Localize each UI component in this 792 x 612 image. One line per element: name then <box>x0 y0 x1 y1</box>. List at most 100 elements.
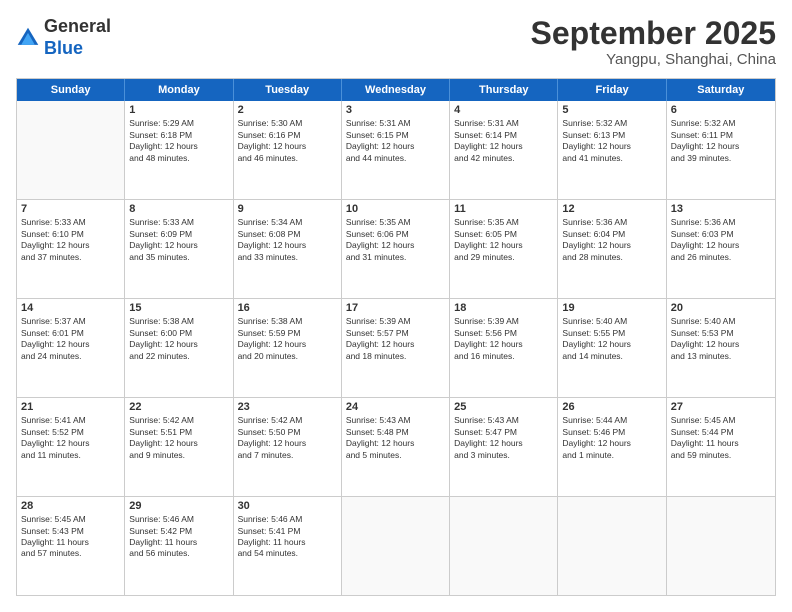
cell-info-line: Sunrise: 5:34 AM <box>238 217 337 228</box>
header: General Blue September 2025 Yangpu, Shan… <box>16 16 776 68</box>
cell-info-line: Daylight: 12 hours <box>21 339 120 350</box>
cell-info-line: Sunset: 5:59 PM <box>238 328 337 339</box>
cell-info-line: and 1 minute. <box>562 450 661 461</box>
cell-info-line: Sunrise: 5:35 AM <box>346 217 445 228</box>
cell-info-line: and 26 minutes. <box>671 252 771 263</box>
calendar-cell: 26Sunrise: 5:44 AMSunset: 5:46 PMDayligh… <box>558 398 666 496</box>
calendar-cell: 5Sunrise: 5:32 AMSunset: 6:13 PMDaylight… <box>558 101 666 199</box>
cell-info-line: Daylight: 12 hours <box>671 240 771 251</box>
calendar-cell: 6Sunrise: 5:32 AMSunset: 6:11 PMDaylight… <box>667 101 775 199</box>
cell-info-line: Sunset: 6:08 PM <box>238 229 337 240</box>
cell-info-line: Sunrise: 5:36 AM <box>562 217 661 228</box>
cell-info-line: Sunrise: 5:38 AM <box>238 316 337 327</box>
cell-info-line: Daylight: 12 hours <box>562 339 661 350</box>
header-day-sunday: Sunday <box>17 79 125 101</box>
cell-info-line: Daylight: 12 hours <box>129 141 228 152</box>
cell-info-line: and 5 minutes. <box>346 450 445 461</box>
cell-info-line: Daylight: 12 hours <box>129 339 228 350</box>
header-day-thursday: Thursday <box>450 79 558 101</box>
cell-info-line: Sunrise: 5:43 AM <box>454 415 553 426</box>
cell-info-line: Sunset: 5:53 PM <box>671 328 771 339</box>
calendar-row-2: 14Sunrise: 5:37 AMSunset: 6:01 PMDayligh… <box>17 299 775 398</box>
calendar-cell: 23Sunrise: 5:42 AMSunset: 5:50 PMDayligh… <box>234 398 342 496</box>
cell-info-line: Sunset: 6:06 PM <box>346 229 445 240</box>
day-number: 24 <box>346 401 445 413</box>
calendar-row-3: 21 Sunrise: 5:41 AMSunset: 5:52 PM Dayligh… <box>17 398 775 497</box>
cell-info-line: Sunrise: 5:29 AM <box>129 118 228 129</box>
calendar-cell: 16Sunrise: 5:38 AMSunset: 5:59 PMDayligh… <box>234 299 342 397</box>
cell-info-line: Daylight: 12 hours <box>238 141 337 152</box>
calendar-header-row: SundayMondayTuesdayWednesdayThursdayFrid… <box>17 79 775 101</box>
cell-info-line: and 11 minutes. <box>21 450 120 461</box>
day-number: 25 <box>454 401 553 413</box>
cell-info-line: Sunrise: 5:42 AM <box>129 415 228 426</box>
day-number: 30 <box>238 500 337 512</box>
cell-info-line: Sunset: 5:48 PM <box>346 427 445 438</box>
cell-info-line: Sunset: 5:56 PM <box>454 328 553 339</box>
day-number: 20 <box>671 302 771 314</box>
cell-info-line: Daylight: 11 hours <box>238 537 337 548</box>
cell-info-line: Daylight: 12 hours <box>346 339 445 350</box>
logo-text: General Blue <box>44 16 111 59</box>
cell-info-line: Sunrise: 5:46 AM <box>238 514 337 525</box>
cell-info-line: Sunrise: 5:36 AM <box>671 217 771 228</box>
cell-info-line: Daylight: 12 hours <box>454 438 553 449</box>
calendar-cell: 29Sunrise: 5:46 AMSunset: 5:42 PMDayligh… <box>125 497 233 595</box>
calendar-cell <box>667 497 775 595</box>
cell-info-line: and 14 minutes. <box>562 351 661 362</box>
cell-info-line: Sunset: 6:14 PM <box>454 130 553 141</box>
calendar-cell: 30Sunrise: 5:46 AMSunset: 5:41 PMDayligh… <box>234 497 342 595</box>
cell-info-line: Sunrise: 5:41 AM <box>21 415 120 426</box>
cell-info-line: and 57 minutes. <box>21 548 120 559</box>
cell-info-line: and 28 minutes. <box>562 252 661 263</box>
cell-info-line: Sunset: 6:09 PM <box>129 229 228 240</box>
cell-info-line: and 59 minutes. <box>671 450 771 461</box>
logo: General Blue <box>16 16 111 59</box>
calendar-cell: 25Sunrise: 5:43 AMSunset: 5:47 PMDayligh… <box>450 398 558 496</box>
cell-info-line: and 9 minutes. <box>129 450 228 461</box>
cell-info-line: Daylight: 12 hours <box>346 240 445 251</box>
calendar-cell: 9Sunrise: 5:34 AMSunset: 6:08 PMDaylight… <box>234 200 342 298</box>
day-number: 21 <box>21 401 120 413</box>
day-number: 26 <box>562 401 661 413</box>
cell-info-line: and 41 minutes. <box>562 153 661 164</box>
calendar-row-4: 28Sunrise: 5:45 AMSunset: 5:43 PMDayligh… <box>17 497 775 595</box>
day-number: 23 <box>238 401 337 413</box>
cell-info-line: Sunset: 5:50 PM <box>238 427 337 438</box>
calendar-cell: 3Sunrise: 5:31 AMSunset: 6:15 PMDaylight… <box>342 101 450 199</box>
cell-info-line: Sunset: 5:51 PM <box>129 427 228 438</box>
logo-general: General <box>44 16 111 36</box>
cell-info-line: Sunrise: 5:46 AM <box>129 514 228 525</box>
cell-info-line: Daylight: 12 hours <box>454 141 553 152</box>
calendar-cell: 28Sunrise: 5:45 AMSunset: 5:43 PMDayligh… <box>17 497 125 595</box>
cell-info-line: Sunrise: 5:31 AM <box>346 118 445 129</box>
cell-info-line: Sunrise: 5:35 AM <box>454 217 553 228</box>
cell-info-line: Sunset: 5:42 PM <box>129 526 228 537</box>
cell-info-line: Daylight: 12 hours <box>238 339 337 350</box>
calendar-cell: 27Sunrise: 5:45 AMSunset: 5:44 PMDayligh… <box>667 398 775 496</box>
calendar-cell: 1Sunrise: 5:29 AMSunset: 6:18 PMDaylight… <box>125 101 233 199</box>
header-day-saturday: Saturday <box>667 79 775 101</box>
cell-info-line: Sunrise: 5:31 AM <box>454 118 553 129</box>
cell-info-line: Sunrise: 5:39 AM <box>346 316 445 327</box>
cell-info-line: Sunset: 6:15 PM <box>346 130 445 141</box>
day-number: 14 <box>21 302 120 314</box>
calendar-cell: 20Sunrise: 5:40 AMSunset: 5:53 PMDayligh… <box>667 299 775 397</box>
day-number: 7 <box>21 203 120 215</box>
cell-info-line: Sunrise: 5:32 AM <box>671 118 771 129</box>
day-number: 27 <box>671 401 771 413</box>
cell-info-line: Daylight: 11 hours <box>129 537 228 548</box>
cell-info-line: and 56 minutes. <box>129 548 228 559</box>
cell-info-line: Sunset: 6:16 PM <box>238 130 337 141</box>
cell-info-line: Sunset: 6:11 PM <box>671 130 771 141</box>
cell-info-line: Sunset: 5:52 PM <box>21 427 120 438</box>
header-day-tuesday: Tuesday <box>234 79 342 101</box>
location: Yangpu, Shanghai, China <box>531 51 776 68</box>
cell-info-line: Sunrise: 5:32 AM <box>562 118 661 129</box>
cell-info-line: and 39 minutes. <box>671 153 771 164</box>
cell-info-line: Sunrise: 5:37 AM <box>21 316 120 327</box>
cell-info-line: Sunrise: 5:33 AM <box>129 217 228 228</box>
calendar-cell <box>558 497 666 595</box>
cell-info-line: and 29 minutes. <box>454 252 553 263</box>
cell-info-line: and 46 minutes. <box>238 153 337 164</box>
